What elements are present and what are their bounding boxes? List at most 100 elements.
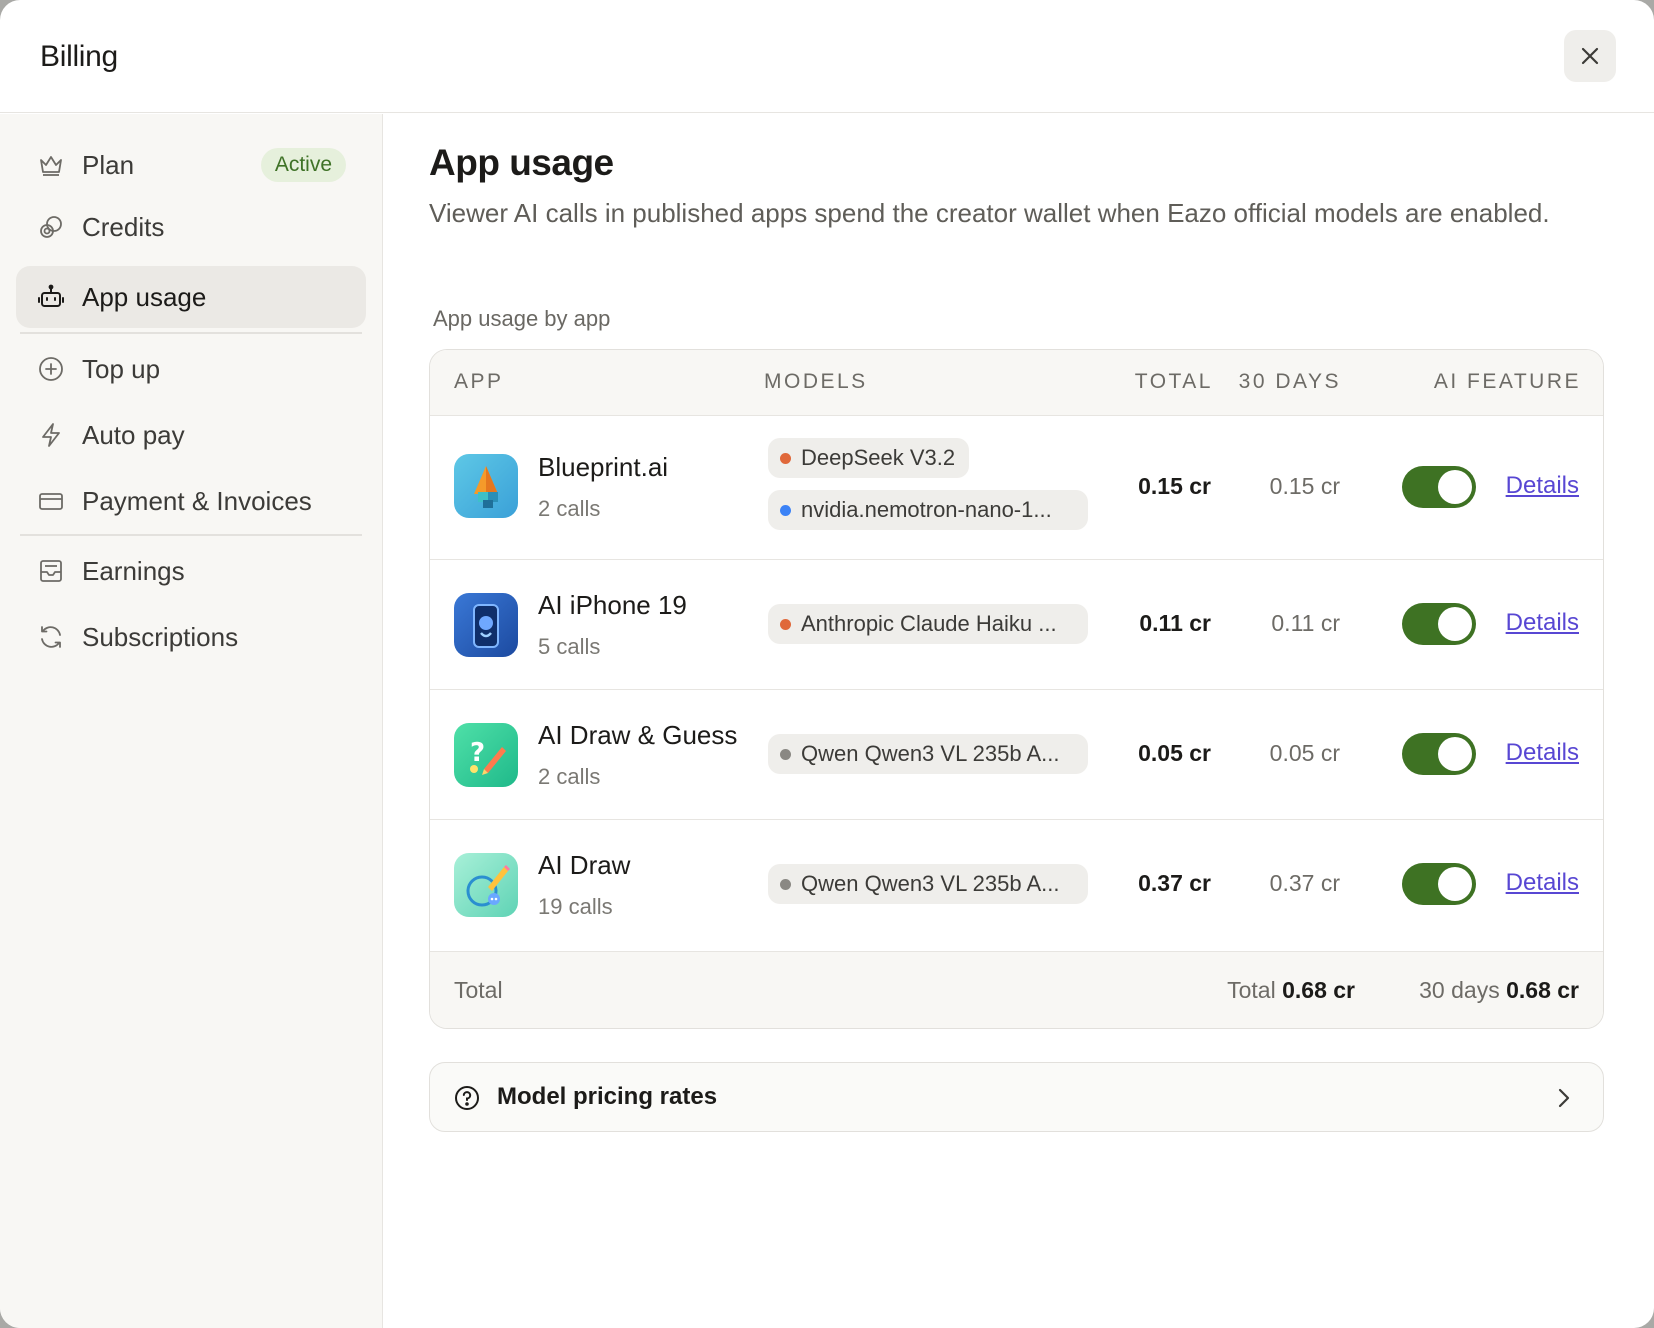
sidebar-item-app-usage[interactable]: App usage (16, 266, 366, 328)
sidebar-item-auto-pay[interactable]: Auto pay (16, 404, 366, 466)
app-calls: 19 calls (538, 894, 613, 919)
credit-card-icon (36, 486, 66, 516)
main-content: App usage Viewer AI calls in published a… (384, 114, 1654, 1328)
sidebar-item-label: Subscriptions (82, 621, 239, 652)
toggle-knob (1438, 737, 1472, 771)
model-label: DeepSeek V3.2 (801, 445, 956, 470)
footer-30-days: 30 days 0.68 cr (1419, 977, 1579, 1004)
model-label: Anthropic Claude Haiku ... (801, 611, 1057, 636)
footer-days-label: 30 days (1419, 977, 1500, 1003)
model-label: Qwen Qwen3 VL 235b A... (801, 871, 1060, 896)
app-usage-table: APP MODELS TOTAL 30 DAYS AI FEATURE Blue… (429, 349, 1604, 1029)
model-chip: DeepSeek V3.2 (768, 438, 970, 478)
help-circle-icon (455, 1086, 479, 1110)
sidebar-item-earnings[interactable]: Earnings (16, 540, 366, 602)
crown-icon (36, 150, 66, 180)
model-chip: Qwen Qwen3 VL 235b A... (768, 734, 1088, 774)
column-header-total: TOTAL (1134, 370, 1213, 393)
table-row: ? AI Draw & Guess 2 calls Qwen Qwen3 VL … (430, 690, 1603, 820)
coins-icon (36, 212, 66, 242)
footer-total-value: 0.68 cr (1282, 977, 1355, 1003)
model-chip: nvidia.nemotron-nano-1... (768, 490, 1088, 530)
sidebar-item-subscriptions[interactable]: Subscriptions (16, 606, 366, 668)
table-row: AI Draw 19 calls Qwen Qwen3 VL 235b A...… (430, 820, 1603, 952)
sidebar-item-label: Earnings (82, 555, 185, 586)
model-chip: Qwen Qwen3 VL 235b A... (768, 864, 1088, 904)
app-calls: 2 calls (538, 764, 601, 789)
page-description: Viewer AI calls in published apps spend … (429, 198, 1550, 228)
blueprint-app-icon (454, 454, 518, 518)
app-calls: 2 calls (538, 496, 601, 521)
billing-modal: Billing Plan Active Credits App usage To… (0, 0, 1654, 1328)
app-calls: 5 calls (538, 634, 601, 659)
days-value: 0.05 cr (1269, 740, 1340, 766)
close-button[interactable] (1564, 30, 1616, 82)
chevron-right-icon (1558, 1088, 1570, 1108)
total-value: 0.15 cr (1138, 473, 1211, 499)
sidebar-item-label: App usage (82, 281, 207, 312)
svg-text:?: ? (470, 738, 485, 768)
total-value: 0.11 cr (1139, 610, 1211, 636)
app-name: Blueprint.ai (538, 452, 669, 482)
sidebar-item-label: Payment & Invoices (82, 485, 312, 516)
lightning-icon (36, 420, 66, 450)
total-value: 0.05 cr (1138, 740, 1211, 766)
status-badge: Active (260, 148, 346, 182)
sidebar-item-payment-invoices[interactable]: Payment & Invoices (16, 470, 366, 532)
ai-feature-toggle[interactable] (1402, 466, 1476, 508)
table-footer: Total Total 0.68 cr 30 days 0.68 cr (430, 952, 1603, 1028)
app-name: AI Draw (538, 850, 631, 880)
pricing-label: Model pricing rates (497, 1083, 718, 1110)
close-icon (1581, 47, 1599, 65)
footer-total-label: Total (1227, 977, 1276, 1003)
ai-feature-toggle[interactable] (1402, 863, 1476, 905)
ai-feature-toggle[interactable] (1402, 603, 1476, 645)
toggle-knob (1438, 470, 1472, 504)
app-name: AI Draw & Guess (538, 720, 738, 750)
iphone-app-icon (454, 593, 518, 657)
toggle-knob (1438, 607, 1472, 641)
details-link[interactable]: Details (1506, 472, 1579, 500)
model-dot-icon (780, 618, 791, 630)
details-link[interactable]: Details (1506, 869, 1579, 897)
column-header-ai-feature: AI FEATURE (1433, 370, 1581, 393)
app-name: AI iPhone 19 (538, 590, 687, 620)
inbox-icon (36, 556, 66, 586)
model-pricing-rates-button[interactable]: Model pricing rates (429, 1062, 1604, 1132)
draw-app-icon (454, 853, 518, 917)
footer-label: Total (454, 977, 503, 1003)
model-label: Qwen Qwen3 VL 235b A... (801, 741, 1060, 766)
sidebar-item-top-up[interactable]: Top up (16, 338, 366, 400)
sidebar-item-label: Top up (82, 353, 161, 384)
column-header-app: APP (454, 370, 504, 393)
footer-days-value: 0.68 cr (1506, 977, 1579, 1003)
model-dot-icon (780, 878, 791, 890)
sidebar-item-plan[interactable]: Plan Active (16, 134, 366, 196)
refresh-icon (36, 622, 66, 652)
sidebar: Plan Active Credits App usage Top up Aut… (0, 114, 383, 1328)
modal-title: Billing (40, 40, 118, 73)
draw-guess-app-icon: ? (454, 723, 518, 787)
sidebar-item-credits[interactable]: Credits (16, 196, 366, 258)
details-link[interactable]: Details (1506, 609, 1579, 637)
modal-header: Billing (0, 0, 1654, 113)
sidebar-item-label: Auto pay (82, 419, 185, 450)
details-link[interactable]: Details (1506, 739, 1579, 767)
toggle-knob (1438, 867, 1472, 901)
days-value: 0.15 cr (1269, 473, 1340, 499)
days-value: 0.37 cr (1269, 870, 1340, 896)
sidebar-item-label: Credits (82, 211, 165, 242)
table-header: APP MODELS TOTAL 30 DAYS AI FEATURE (430, 350, 1603, 416)
sidebar-divider (20, 332, 362, 334)
column-header-models: MODELS (764, 370, 868, 393)
model-dot-icon (780, 452, 791, 464)
ai-feature-toggle[interactable] (1402, 733, 1476, 775)
model-dot-icon (780, 748, 791, 760)
total-value: 0.37 cr (1138, 870, 1211, 896)
table-row: Blueprint.ai 2 calls DeepSeek V3.2 nvidi… (430, 416, 1603, 560)
sidebar-divider (20, 534, 362, 536)
model-label: nvidia.nemotron-nano-1... (801, 497, 1052, 522)
column-header-30-days: 30 DAYS (1238, 370, 1341, 393)
model-chip: Anthropic Claude Haiku ... (768, 604, 1088, 644)
section-label: App usage by app (433, 306, 611, 331)
